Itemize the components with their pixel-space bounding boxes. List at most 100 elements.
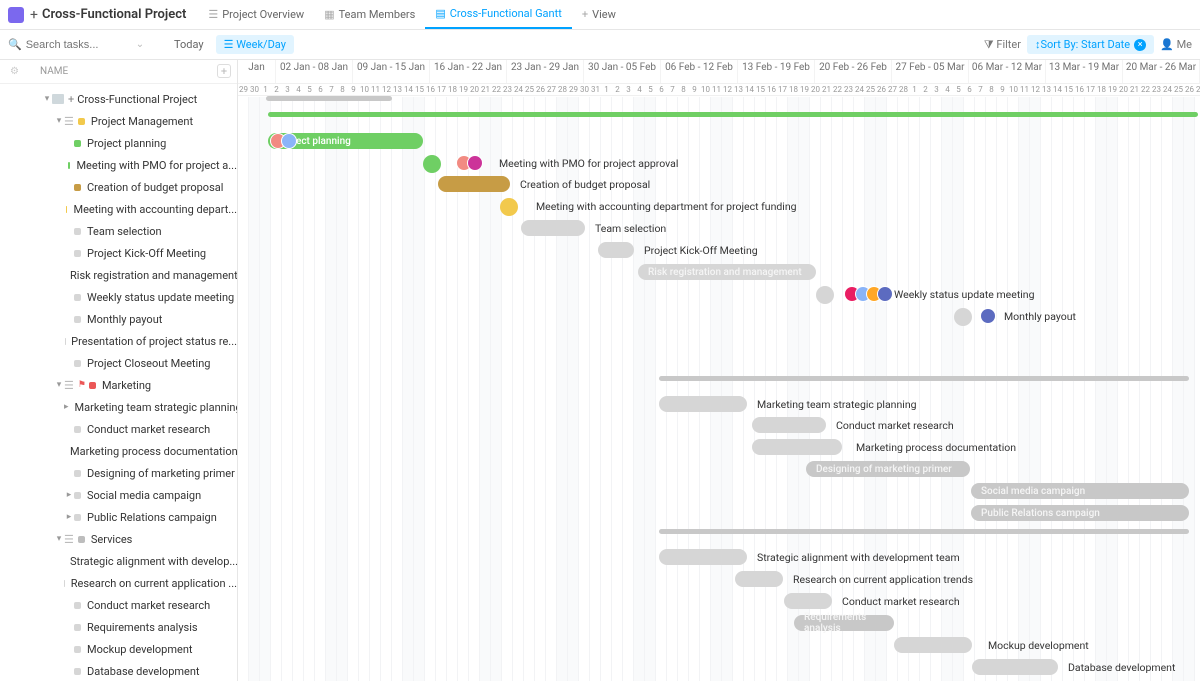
avatar[interactable] bbox=[281, 133, 297, 149]
gantt-bar[interactable] bbox=[423, 155, 441, 173]
scrollbar-thumb[interactable] bbox=[266, 96, 392, 101]
list-row[interactable]: ▾☰Project Management bbox=[0, 110, 237, 132]
task-row[interactable]: Conduct market research bbox=[0, 418, 237, 440]
folder-row[interactable]: ▾+Cross-Functional Project bbox=[0, 88, 237, 110]
task-row[interactable]: Conduct market research bbox=[0, 594, 237, 616]
task-row[interactable]: Weekly status update meeting bbox=[0, 286, 237, 308]
gantt-bar[interactable] bbox=[659, 549, 747, 565]
avatar[interactable] bbox=[467, 155, 483, 171]
caret-icon[interactable]: ▾ bbox=[54, 380, 64, 390]
day-header: 19 bbox=[799, 84, 810, 95]
today-button[interactable]: Today bbox=[168, 36, 210, 53]
row-label: Public Relations campaign bbox=[87, 511, 217, 524]
tab-add-view[interactable]: +View bbox=[572, 0, 626, 29]
task-row[interactable]: Meeting with PMO for project a... bbox=[0, 154, 237, 176]
avatar[interactable] bbox=[980, 308, 996, 324]
gantt-bar[interactable] bbox=[954, 308, 972, 326]
gantt-bar[interactable] bbox=[438, 176, 510, 192]
tab-gantt[interactable]: ▤Cross-Functional Gantt bbox=[425, 0, 571, 29]
day-header: 8 bbox=[678, 84, 689, 95]
task-row[interactable]: Monthly payout bbox=[0, 308, 237, 330]
task-row[interactable]: ▸ Public Relations campaign bbox=[0, 506, 237, 528]
task-row[interactable]: Project Kick-Off Meeting bbox=[0, 242, 237, 264]
gantt-bar[interactable] bbox=[735, 571, 783, 587]
summary-bar[interactable] bbox=[659, 529, 1189, 534]
tab-team[interactable]: ▦Team Members bbox=[314, 0, 425, 29]
task-row[interactable]: Project Closeout Meeting bbox=[0, 352, 237, 374]
sidebar[interactable]: ⚙ NAME + ▾+Cross-Functional Project▾☰Pro… bbox=[0, 60, 238, 681]
gantt-bar[interactable] bbox=[500, 198, 518, 216]
filter-button[interactable]: ⧩ Filter bbox=[984, 38, 1021, 52]
caret-icon[interactable]: ▸ bbox=[64, 490, 74, 500]
summary-bar[interactable] bbox=[659, 376, 1189, 381]
task-row[interactable]: Marketing process documentation bbox=[0, 440, 237, 462]
day-header: 10 bbox=[359, 84, 370, 95]
list-row[interactable]: ▾☰⚑Marketing bbox=[0, 374, 237, 396]
task-row[interactable]: ▸Social media campaign bbox=[0, 484, 237, 506]
plus-icon[interactable]: + bbox=[68, 93, 74, 106]
task-row[interactable]: Team selection bbox=[0, 220, 237, 242]
task-row[interactable]: Research on current application ... bbox=[0, 572, 237, 594]
gantt-bar[interactable]: Designing of marketing primer bbox=[806, 461, 970, 477]
close-icon[interactable]: × bbox=[1134, 39, 1146, 51]
day-header: 13 bbox=[392, 84, 403, 95]
search-wrap[interactable]: 🔍 ⌄ bbox=[8, 38, 148, 51]
gantt-bar[interactable]: Requirements analysis bbox=[794, 615, 894, 631]
avatar-group[interactable] bbox=[270, 133, 297, 149]
day-header: 19 bbox=[458, 84, 469, 95]
gantt-bar[interactable]: Social media campaign bbox=[971, 483, 1189, 499]
me-button[interactable]: 👤 Me bbox=[1160, 38, 1192, 51]
task-row[interactable]: ▸Marketing team strategic planning bbox=[0, 396, 237, 418]
add-column-icon[interactable]: + bbox=[217, 64, 231, 78]
gantt-bar[interactable] bbox=[894, 637, 972, 653]
plus-icon[interactable]: + bbox=[30, 7, 38, 23]
avatar[interactable] bbox=[877, 286, 893, 302]
gantt-bar[interactable] bbox=[521, 220, 585, 236]
summary-bar[interactable] bbox=[268, 112, 1198, 117]
task-row[interactable]: Strategic alignment with develop... bbox=[0, 550, 237, 572]
task-row[interactable]: Project planning bbox=[0, 132, 237, 154]
caret-icon[interactable]: ▾ bbox=[42, 94, 52, 104]
avatar-group[interactable] bbox=[456, 155, 483, 171]
project-title[interactable]: Cross-Functional Project bbox=[42, 7, 186, 22]
gantt-bar[interactable]: Risk registration and management bbox=[638, 264, 816, 280]
gantt-bar[interactable] bbox=[752, 417, 826, 433]
gantt-area[interactable]: Jan02 Jan - 08 Jan09 Jan - 15 Jan16 Jan … bbox=[238, 60, 1200, 681]
day-header: 6 bbox=[656, 84, 667, 95]
task-row[interactable]: Meeting with accounting depart... bbox=[0, 198, 237, 220]
tab-overview[interactable]: ☰Project Overview bbox=[198, 0, 314, 29]
gantt-bar[interactable] bbox=[598, 242, 634, 258]
gantt-bar[interactable] bbox=[752, 439, 842, 455]
day-header: 10 bbox=[700, 84, 711, 95]
settings-icon[interactable]: ⚙ bbox=[10, 66, 19, 77]
chevron-down-icon[interactable]: ⌄ bbox=[136, 39, 144, 50]
sort-button[interactable]: ↕ Sort By: Start Date× bbox=[1027, 35, 1154, 54]
caret-icon[interactable]: ▸ bbox=[64, 512, 74, 522]
search-input[interactable] bbox=[26, 39, 106, 51]
task-row[interactable]: Creation of budget proposal bbox=[0, 176, 237, 198]
task-row[interactable]: Designing of marketing primer bbox=[0, 462, 237, 484]
avatar-group[interactable] bbox=[844, 286, 893, 302]
weekday-button[interactable]: ☰ Week/Day bbox=[216, 35, 294, 54]
avatar-group[interactable] bbox=[980, 308, 996, 324]
task-row[interactable]: Requirements analysis bbox=[0, 616, 237, 638]
task-row[interactable]: Presentation of project status re... bbox=[0, 330, 237, 352]
caret-icon[interactable]: ▾ bbox=[54, 116, 64, 126]
gantt-bar[interactable] bbox=[972, 659, 1058, 675]
gantt-bar[interactable] bbox=[784, 593, 832, 609]
row-label: Requirements analysis bbox=[87, 621, 198, 634]
day-header: 6 bbox=[964, 84, 975, 95]
gantt-bar[interactable]: Public Relations campaign bbox=[971, 505, 1189, 521]
bar-label: Risk registration and management bbox=[638, 267, 802, 278]
caret-icon[interactable]: ▸ bbox=[64, 402, 69, 412]
list-row[interactable]: ▾☰Services bbox=[0, 528, 237, 550]
task-row[interactable]: Database development bbox=[0, 660, 237, 681]
task-row[interactable]: Mockup development bbox=[0, 638, 237, 660]
day-header: 4 bbox=[293, 84, 304, 95]
column-header-name[interactable]: ⚙ NAME + bbox=[0, 60, 237, 84]
task-row[interactable]: Risk registration and management bbox=[0, 264, 237, 286]
gantt-bar[interactable] bbox=[659, 396, 747, 412]
gantt-bar[interactable] bbox=[816, 286, 834, 304]
status-icon bbox=[68, 162, 71, 169]
caret-icon[interactable]: ▾ bbox=[54, 534, 64, 544]
